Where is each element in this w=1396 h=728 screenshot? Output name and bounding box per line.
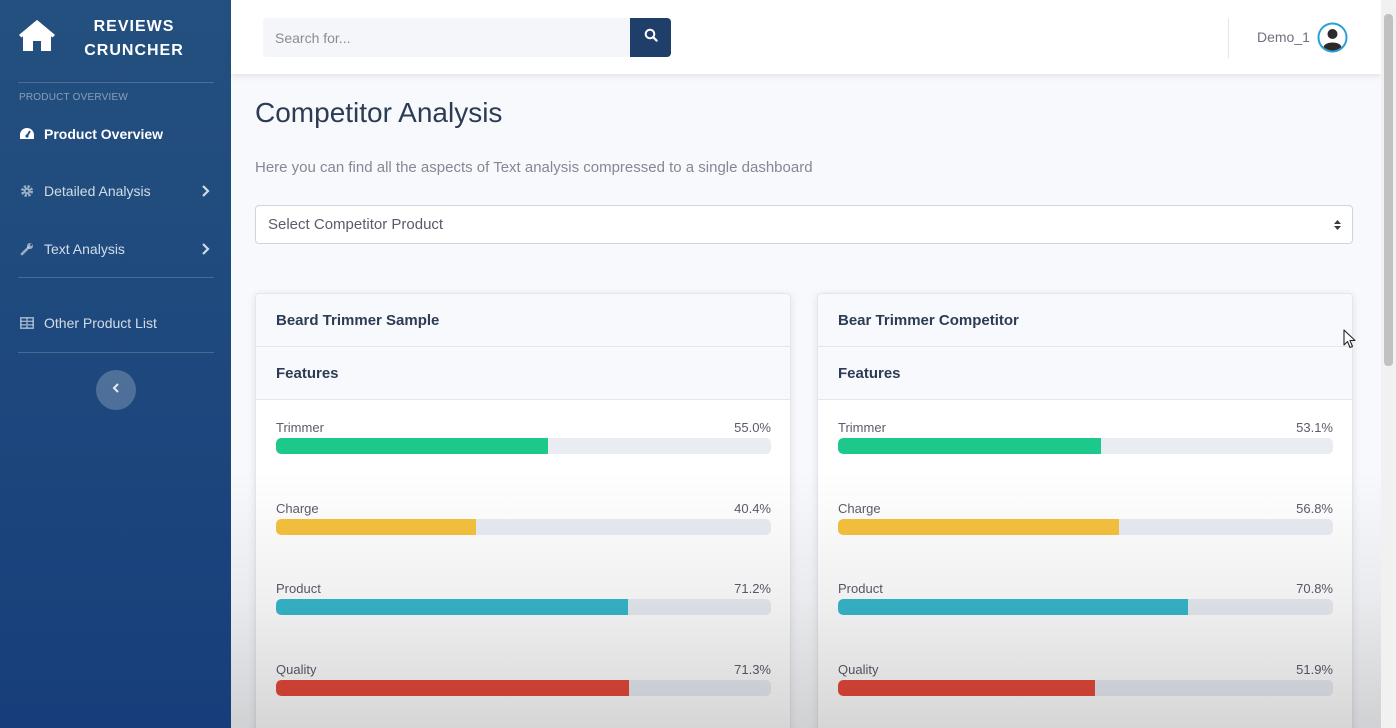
sidebar: REVIEWS CRUNCHER PRODUCT OVERVIEW Produc…: [0, 0, 231, 728]
page-title: Competitor Analysis: [255, 97, 503, 128]
card-title: Beard Trimmer Sample: [276, 312, 440, 329]
feature-percent: 70.8%: [1296, 581, 1333, 596]
progress-bar: [276, 519, 476, 535]
sidebar-item-label: Other Product List: [44, 315, 157, 331]
topbar: Demo_1: [231, 0, 1381, 74]
progress-track: [276, 438, 771, 454]
search-icon: [644, 28, 658, 47]
search-input[interactable]: [263, 18, 631, 57]
sidebar-divider: [18, 352, 214, 353]
progress-track: [276, 599, 771, 615]
feature-row: Charge 56.8%: [838, 501, 1333, 541]
feature-name: Charge: [276, 501, 319, 516]
sidebar-item-label: Detailed Analysis: [44, 183, 151, 199]
progress-bar: [838, 519, 1120, 535]
feature-name: Quality: [276, 662, 317, 677]
brand-name: REVIEWS CRUNCHER: [74, 15, 194, 63]
feature-percent: 71.3%: [734, 662, 771, 677]
brand-line-2: CRUNCHER: [84, 42, 184, 59]
sort-caret-icon: [1333, 218, 1342, 232]
card-section-header: Features: [818, 347, 1352, 400]
feature-name: Charge: [838, 501, 881, 516]
sidebar-toggle-button[interactable]: [96, 370, 136, 410]
sidebar-item-product-overview[interactable]: Product Overview: [0, 114, 231, 154]
progress-track: [838, 519, 1333, 535]
sidebar-item-label: Product Overview: [44, 126, 164, 142]
progress-track: [838, 599, 1333, 615]
sidebar-item-detailed-analysis[interactable]: Detailed Analysis: [0, 171, 231, 211]
competitor-product-select[interactable]: Select Competitor Product: [255, 205, 1353, 244]
user-circle-icon[interactable]: [1317, 22, 1348, 53]
feature-row: Quality 51.9%: [838, 662, 1333, 702]
feature-percent: 51.9%: [1296, 662, 1333, 677]
feature-name: Trimmer: [276, 420, 324, 435]
feature-row: Product 70.8%: [838, 581, 1333, 621]
feature-percent: 53.1%: [1296, 420, 1333, 435]
card-section-header: Features: [256, 347, 790, 400]
home-icon: [17, 18, 57, 54]
chevron-left-icon: [112, 381, 120, 399]
feature-name: Product: [838, 581, 883, 596]
feature-row: Quality 71.3%: [276, 662, 771, 702]
progress-bar: [276, 438, 549, 454]
card-title: Bear Trimmer Competitor: [838, 312, 1019, 329]
sidebar-divider: [18, 277, 214, 278]
feature-name: Quality: [838, 662, 879, 677]
brand[interactable]: REVIEWS CRUNCHER: [0, 0, 231, 82]
search-button[interactable]: [630, 18, 671, 57]
progress-bar: [838, 599, 1189, 615]
progress-track: [838, 680, 1333, 696]
product-card: Beard Trimmer Sample Features Trimmer 55…: [255, 293, 791, 728]
sidebar-heading: PRODUCT OVERVIEW: [19, 92, 128, 103]
feature-percent: 71.2%: [734, 581, 771, 596]
feature-percent: 55.0%: [734, 420, 771, 435]
feature-name: Trimmer: [838, 420, 886, 435]
feature-row: Product 71.2%: [276, 581, 771, 621]
feature-row: Charge 40.4%: [276, 501, 771, 541]
competitor-card: Bear Trimmer Competitor Features Trimmer…: [817, 293, 1353, 728]
scrollbar-thumb[interactable]: [1384, 14, 1393, 366]
card-header: Beard Trimmer Sample: [256, 294, 790, 347]
select-value: Select Competitor Product: [268, 216, 444, 233]
progress-bar: [276, 680, 629, 696]
progress-track: [838, 438, 1333, 454]
table-icon: [19, 315, 35, 331]
chevron-right-icon: [201, 183, 211, 199]
feature-name: Product: [276, 581, 321, 596]
mouse-cursor-icon: [1343, 329, 1357, 349]
sidebar-item-text-analysis[interactable]: Text Analysis: [0, 229, 231, 269]
tachometer-icon: [19, 126, 35, 142]
gear-icon: [19, 183, 35, 199]
user-name[interactable]: Demo_1: [1257, 29, 1310, 45]
feature-row: Trimmer 55.0%: [276, 420, 771, 460]
page-subtitle: Here you can find all the aspects of Tex…: [255, 159, 813, 176]
feature-percent: 56.8%: [1296, 501, 1333, 516]
card-header: Bear Trimmer Competitor: [818, 294, 1352, 347]
feature-row: Trimmer 53.1%: [838, 420, 1333, 460]
progress-bar: [276, 599, 629, 615]
sidebar-item-other-product-list[interactable]: Other Product List: [0, 303, 231, 343]
topbar-divider: [1228, 18, 1229, 58]
progress-track: [276, 519, 771, 535]
progress-track: [276, 680, 771, 696]
card-section-title: Features: [276, 365, 339, 382]
sidebar-divider: [18, 82, 214, 83]
sidebar-item-label: Text Analysis: [44, 241, 125, 257]
progress-bar: [838, 438, 1101, 454]
page-scrollbar[interactable]: [1381, 0, 1396, 728]
wrench-icon: [19, 241, 35, 257]
feature-percent: 40.4%: [734, 501, 771, 516]
card-section-title: Features: [838, 365, 901, 382]
chevron-right-icon: [201, 241, 211, 257]
progress-bar: [838, 680, 1095, 696]
brand-line-1: REVIEWS: [93, 18, 175, 35]
search-form: [263, 18, 671, 57]
